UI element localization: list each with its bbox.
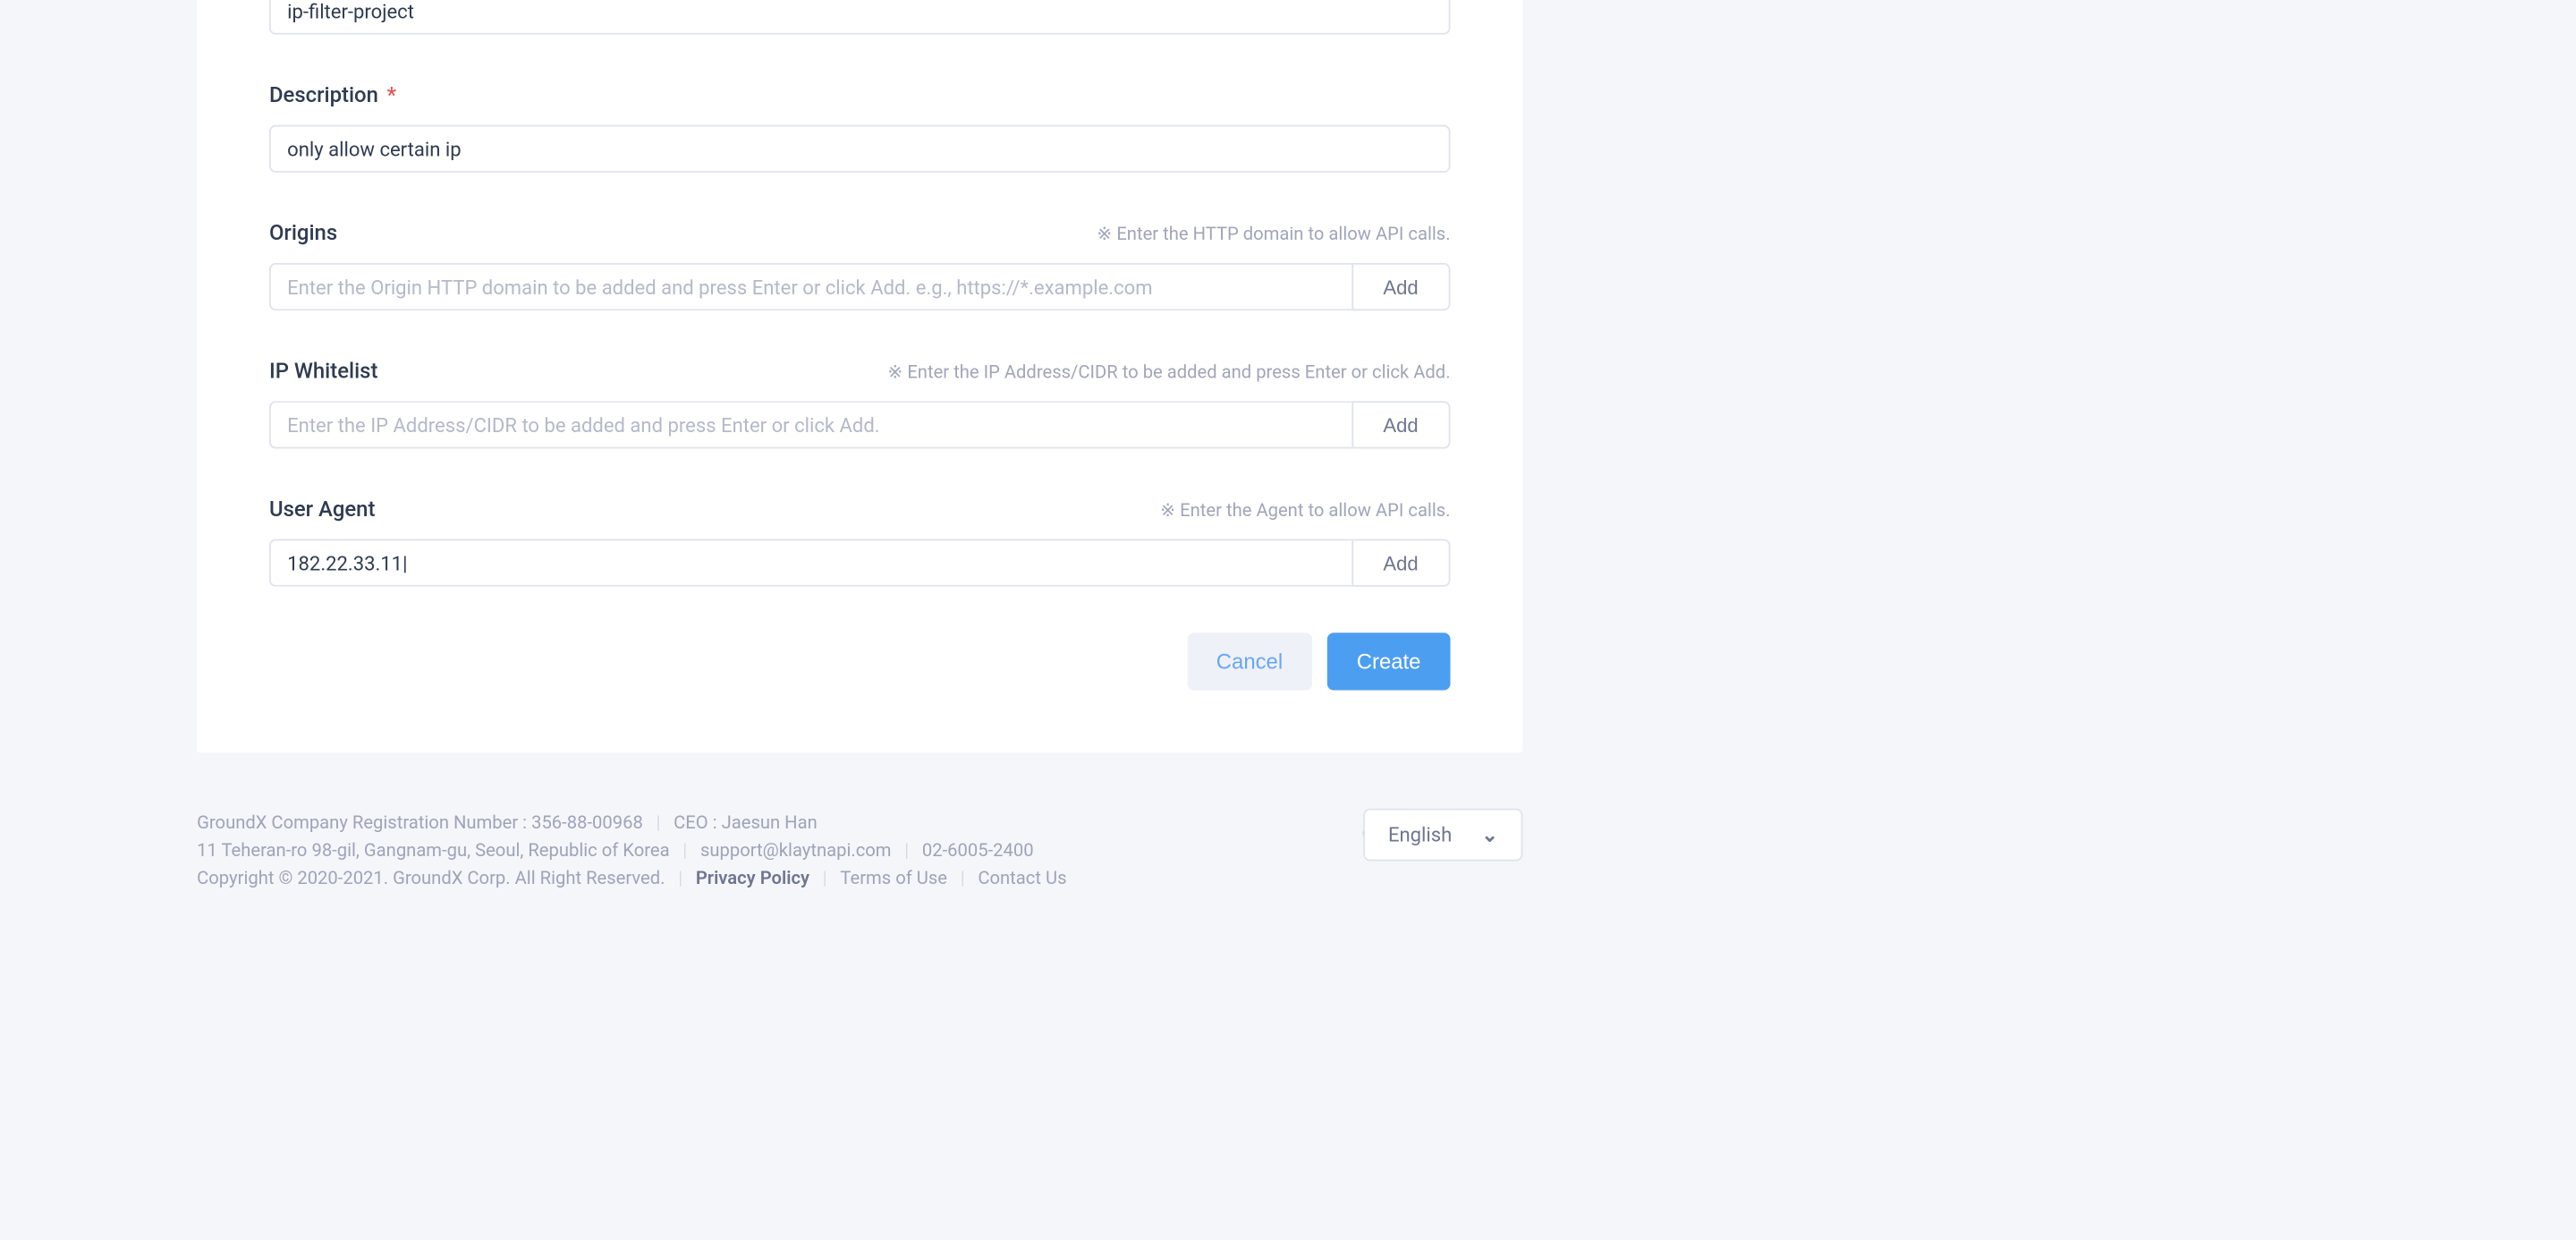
- footer-terms-link[interactable]: Terms of Use: [840, 868, 947, 889]
- field-name: Name * ※ Alphanumeric characters and hyp…: [269, 0, 1451, 35]
- footer-registration: GroundX Company Registration Number : 35…: [197, 811, 643, 833]
- field-user-agent: User Agent ※ Enter the Agent to allow AP…: [269, 498, 1451, 587]
- footer-address: 11 Teheran-ro 98-gil, Gangnam-gu, Seoul,…: [197, 840, 669, 862]
- field-ip-whitelist: IP Whitelist ※ Enter the IP Address/CIDR…: [269, 360, 1451, 448]
- agent-add-button[interactable]: Add: [1352, 539, 1451, 586]
- name-input[interactable]: [269, 0, 1451, 35]
- create-button[interactable]: Create: [1327, 633, 1451, 690]
- origins-input[interactable]: [269, 263, 1352, 310]
- cancel-button[interactable]: Cancel: [1187, 633, 1312, 690]
- description-input[interactable]: [269, 125, 1451, 173]
- field-origins: Origins ※ Enter the HTTP domain to allow…: [269, 222, 1451, 310]
- whitelist-hint: ※ Enter the IP Address/CIDR to be added …: [887, 361, 1450, 383]
- description-label: Description *: [269, 84, 396, 109]
- field-description: Description *: [269, 84, 1451, 173]
- language-select[interactable]: English ⌄: [1363, 809, 1522, 862]
- origins-label: Origins: [269, 222, 337, 247]
- chevron-down-icon: ⌄: [1481, 823, 1497, 846]
- language-value: English: [1388, 823, 1452, 846]
- footer-privacy-link[interactable]: Privacy Policy: [696, 868, 809, 889]
- footer: GroundX Company Registration Number : 35…: [197, 752, 1522, 929]
- agent-hint: ※ Enter the Agent to allow API calls.: [1160, 499, 1450, 521]
- whitelist-label: IP Whitelist: [269, 360, 377, 385]
- create-project-card: Create Project Name * ※ Alphanumeric cha…: [197, 0, 1522, 752]
- agent-input[interactable]: [269, 539, 1352, 586]
- footer-contact-link[interactable]: Contact Us: [978, 868, 1066, 889]
- origins-hint: ※ Enter the HTTP domain to allow API cal…: [1097, 224, 1450, 245]
- agent-label: User Agent: [269, 498, 375, 523]
- footer-email[interactable]: support@klaytnapi.com: [700, 840, 892, 862]
- whitelist-input[interactable]: [269, 401, 1352, 448]
- footer-phone: 02-6005-2400: [922, 840, 1034, 862]
- origins-add-button[interactable]: Add: [1352, 263, 1451, 310]
- footer-ceo: CEO : Jaesun Han: [674, 811, 818, 833]
- footer-copyright: Copyright © 2020-2021. GroundX Corp. All…: [197, 868, 665, 889]
- whitelist-add-button[interactable]: Add: [1352, 401, 1451, 448]
- main: › My Page › Project › Create Project Net…: [0, 0, 1989, 958]
